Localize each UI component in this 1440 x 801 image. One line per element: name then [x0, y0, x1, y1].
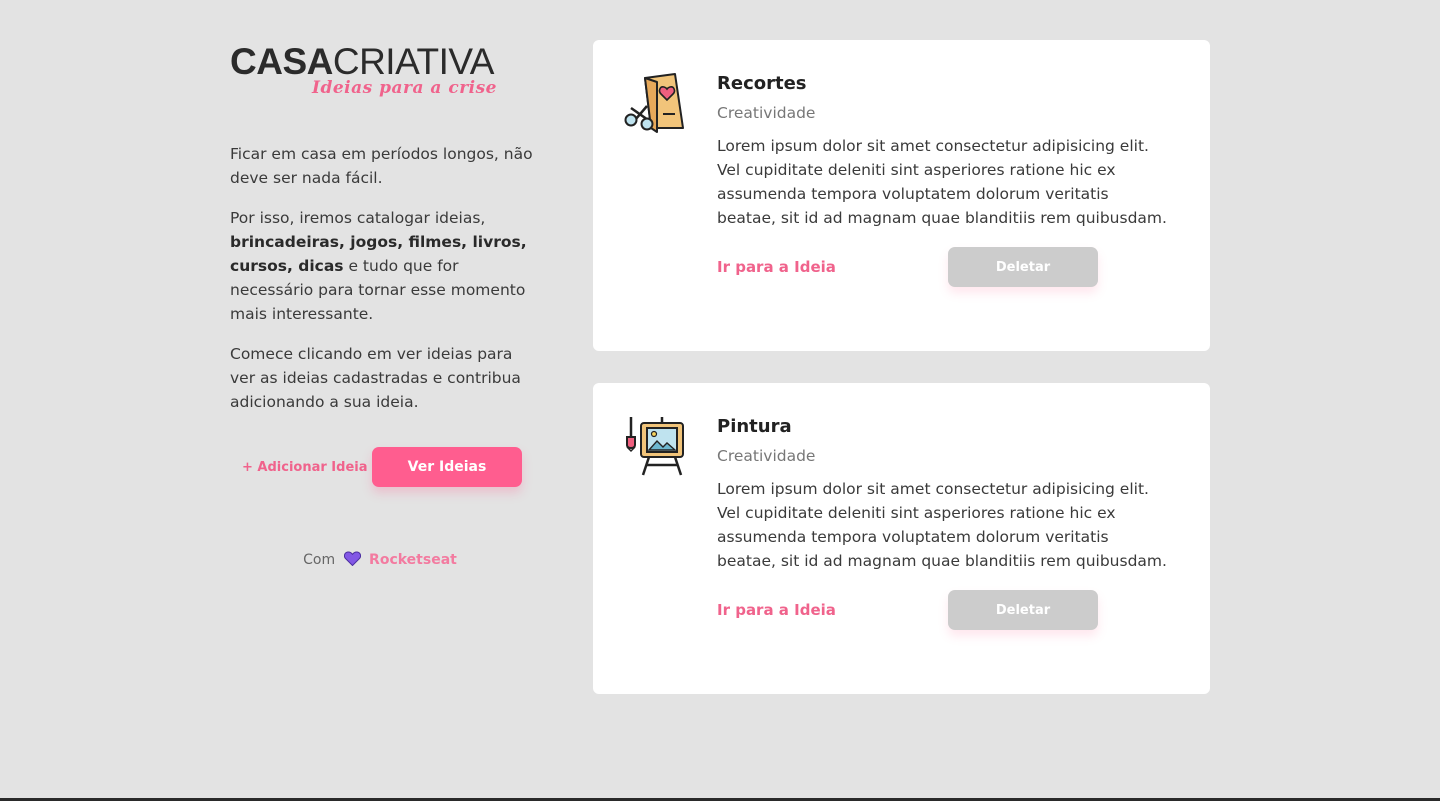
view-ideas-button[interactable]: Ver Ideias	[372, 447, 522, 487]
credits-prefix: Com	[303, 552, 336, 568]
idea-card: Pintura Creatividade Lorem ipsum dolor s…	[593, 383, 1210, 694]
delete-button[interactable]: Deletar	[948, 247, 1098, 287]
idea-card: Recortes Creatividade Lorem ipsum dolor …	[593, 40, 1210, 351]
delete-button[interactable]: Deletar	[948, 590, 1098, 630]
add-idea-link[interactable]: + Adicionar Ideia	[242, 460, 372, 475]
logo: CASACRIATIVA Ideias para a crise	[230, 40, 540, 106]
scissors-card-icon	[623, 70, 687, 134]
idea-description: Lorem ipsum dolor sit amet consectetur a…	[717, 480, 1167, 570]
intro-paragraph-2: Por isso, iremos catalogar ideias, brinc…	[230, 209, 527, 323]
idea-title: Pintura	[717, 416, 792, 437]
easel-painting-icon	[623, 413, 687, 477]
logo-light-text: CRIATIVA	[332, 41, 495, 82]
logo-bold-text: CASA	[230, 41, 333, 82]
credits-brand: Rocketseat	[369, 552, 457, 568]
heart-icon	[343, 551, 361, 570]
sidebar: CASACRIATIVA Ideias para a crise Ficar e…	[230, 40, 540, 570]
intro-paragraph-3: Comece clicando em ver ideias para ver a…	[230, 345, 521, 411]
idea-category: Creatividade	[717, 104, 816, 122]
credits: Com Rocketseat	[230, 551, 530, 570]
intro-paragraph-1: Ficar em casa em períodos longos, não de…	[230, 145, 533, 187]
idea-description: Lorem ipsum dolor sit amet consectetur a…	[717, 137, 1167, 227]
actions: + Adicionar Ideia Ver Ideias	[230, 447, 540, 487]
go-to-idea-link[interactable]: Ir para a Ideia	[717, 258, 948, 276]
go-to-idea-link[interactable]: Ir para a Ideia	[717, 601, 948, 619]
logo-tagline: Ideias para a crise	[312, 78, 497, 98]
idea-category: Creatividade	[717, 447, 816, 465]
idea-title: Recortes	[717, 73, 807, 94]
